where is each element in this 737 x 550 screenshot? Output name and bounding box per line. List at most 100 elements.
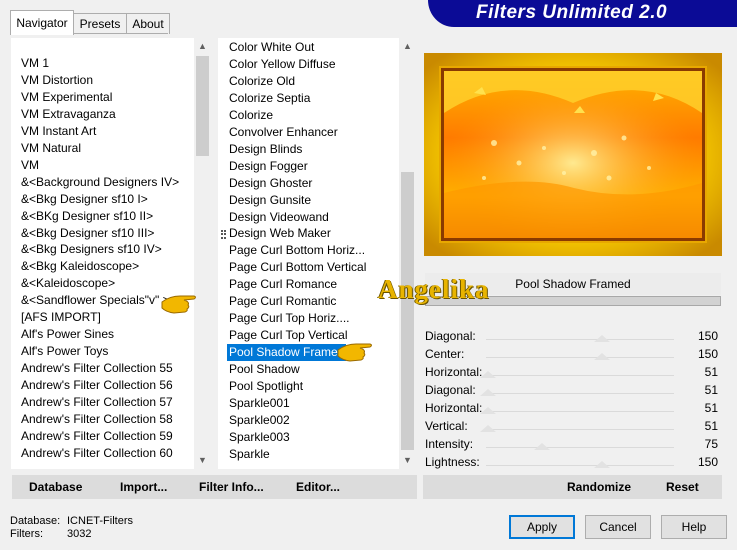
slider-label: Diagonal: — [425, 383, 476, 397]
category-item[interactable]: &<Bkg Kaleidoscope> — [21, 258, 139, 275]
category-item[interactable]: Alf's Power Toys — [21, 343, 108, 360]
category-item[interactable]: &<Kaleidoscope> — [21, 275, 115, 292]
filter-item[interactable]: Page Curl Top Horiz.... — [229, 310, 350, 327]
category-list[interactable]: VM 1 VM Distortion VM Experimental VM Extra… — [11, 38, 211, 469]
slider-row: Vertical: 51 — [424, 417, 722, 435]
slider-thumb[interactable] — [594, 353, 610, 360]
filter-item[interactable]: Sparkle001 — [229, 395, 290, 412]
preview-image — [424, 53, 722, 256]
slider-row: Intensity: 75 — [424, 435, 722, 453]
slider-track[interactable] — [486, 447, 674, 448]
slider-thumb[interactable] — [534, 443, 550, 450]
slider-track[interactable] — [486, 375, 674, 376]
slider-label: Center: — [425, 347, 465, 361]
filter-item[interactable]: Design Gunsite — [229, 192, 311, 209]
filter-item[interactable]: Convolver Enhancer — [229, 124, 338, 141]
category-item[interactable]: Andrew's Filter Collection 56 — [21, 377, 173, 394]
slider-value: 150 — [697, 329, 718, 343]
category-item[interactable]: VM 1 — [21, 55, 49, 72]
category-item[interactable]: VM Distortion — [21, 72, 93, 89]
filter-item[interactable]: Page Curl Bottom Vertical — [229, 259, 366, 276]
slider-row: Horizontal: 51 — [424, 399, 722, 417]
category-item[interactable]: Andrew's Filter Collection 58 — [21, 411, 173, 428]
filter-item[interactable]: Sparkle002 — [229, 412, 290, 429]
filters-count-label: Filters: — [10, 528, 43, 540]
filter-list[interactable]: Color White Out Color Yellow Diffuse Color… — [218, 38, 416, 469]
filter-item[interactable]: Sparkle003 — [229, 429, 290, 446]
slider-track[interactable] — [486, 339, 674, 340]
filter-item[interactable]: Page Curl Romantic — [229, 293, 336, 310]
category-item[interactable]: VM Natural — [21, 140, 81, 157]
slider-thumb[interactable] — [480, 407, 496, 414]
category-item[interactable]: &<Background Designers IV> — [21, 174, 179, 191]
tab-presets[interactable]: Presets — [73, 13, 127, 34]
filter-item[interactable]: Design Blinds — [229, 141, 302, 158]
category-item[interactable]: &<BKg Designer sf10 II> — [21, 208, 153, 225]
slider-thumb[interactable] — [480, 425, 496, 432]
filter-item[interactable]: Colorize Septia — [229, 90, 310, 107]
randomize-button[interactable]: Randomize — [567, 475, 631, 499]
slider-thumb[interactable] — [480, 371, 496, 378]
filter-item[interactable]: Pool Spotlight — [229, 378, 303, 395]
category-item[interactable]: VM Experimental — [21, 89, 112, 106]
slider-track[interactable] — [486, 465, 674, 466]
category-item[interactable]: Andrew's Filter Collection 60 — [21, 445, 173, 462]
scroll-down-icon[interactable]: ▼ — [399, 452, 416, 469]
category-item[interactable]: &<Bkg Designer sf10 III> — [21, 225, 154, 242]
slider-value: 51 — [704, 401, 718, 415]
scroll-thumb[interactable] — [401, 172, 414, 450]
slider-label: Lightness: — [425, 455, 480, 469]
filter-scrollbar[interactable]: ▲ ▼ — [399, 38, 416, 469]
category-item[interactable]: &<Bkg Designer sf10 I> — [21, 191, 148, 208]
filter-item[interactable]: Page Curl Top Vertical — [229, 327, 348, 344]
scroll-up-icon[interactable]: ▲ — [194, 38, 211, 55]
filter-item[interactable]: Sparkle — [229, 446, 270, 463]
category-item[interactable]: Andrew's Filter Collection 57 — [21, 394, 173, 411]
category-item[interactable]: Alf's Power Sines — [21, 326, 114, 343]
category-item[interactable]: Andrew's Filter Collection 59 — [21, 428, 173, 445]
filter-info-button[interactable]: Filter Info... — [199, 475, 264, 499]
category-item[interactable]: VM — [21, 157, 39, 174]
filter-item[interactable]: Color White Out — [229, 39, 314, 56]
filter-item[interactable]: Page Curl Romance — [229, 276, 337, 293]
slider-row: Diagonal: 51 — [424, 381, 722, 399]
filter-item[interactable]: Pool Shadow — [229, 361, 300, 378]
import-button[interactable]: Import... — [120, 475, 167, 499]
filter-item[interactable]: Page Curl Bottom Horiz... — [229, 242, 365, 259]
filter-item[interactable]: Color Yellow Diffuse — [229, 56, 336, 73]
filter-item[interactable]: Design Web Maker — [229, 225, 331, 242]
scroll-thumb[interactable] — [196, 56, 209, 156]
scroll-up-icon[interactable]: ▲ — [399, 38, 416, 55]
filter-item[interactable]: Design Ghoster — [229, 175, 312, 192]
category-item[interactable]: [AFS IMPORT] — [21, 309, 101, 326]
editor-button[interactable]: Editor... — [296, 475, 340, 499]
slider-track[interactable] — [486, 429, 674, 430]
category-item[interactable]: VM Instant Art — [21, 123, 96, 140]
grip-icon — [221, 230, 226, 239]
slider-track[interactable] — [486, 411, 674, 412]
filter-item[interactable]: Colorize Old — [229, 73, 295, 90]
slider-track[interactable] — [486, 393, 674, 394]
apply-button[interactable]: Apply — [509, 515, 575, 539]
slider-thumb[interactable] — [594, 335, 610, 342]
category-scrollbar[interactable]: ▲ ▼ — [194, 38, 211, 469]
slider-thumb[interactable] — [480, 389, 496, 396]
filter-item[interactable]: Colorize — [229, 107, 273, 124]
filter-item-selected[interactable]: Pool Shadow Framed — [227, 344, 347, 362]
reset-button[interactable]: Reset — [666, 475, 699, 499]
help-button[interactable]: Help — [661, 515, 727, 539]
category-item[interactable]: &<Bkg Designers sf10 IV> — [21, 241, 162, 258]
filter-item[interactable]: Design Fogger — [229, 158, 308, 175]
category-item[interactable]: VM Extravaganza — [21, 106, 116, 123]
slider-thumb[interactable] — [594, 461, 610, 468]
tab-navigator[interactable]: Navigator — [10, 10, 74, 35]
scroll-down-icon[interactable]: ▼ — [194, 452, 211, 469]
cancel-button[interactable]: Cancel — [585, 515, 651, 539]
slider-track[interactable] — [486, 357, 674, 358]
tab-about[interactable]: About — [126, 13, 170, 34]
category-item[interactable]: &<Sandflower Specials"v" > — [21, 292, 170, 309]
slider-row: Center: 150 — [424, 345, 722, 363]
category-item[interactable]: Andrew's Filter Collection 55 — [21, 360, 173, 377]
database-button[interactable]: Database — [29, 475, 82, 499]
filter-item[interactable]: Design Videowand — [229, 209, 329, 226]
